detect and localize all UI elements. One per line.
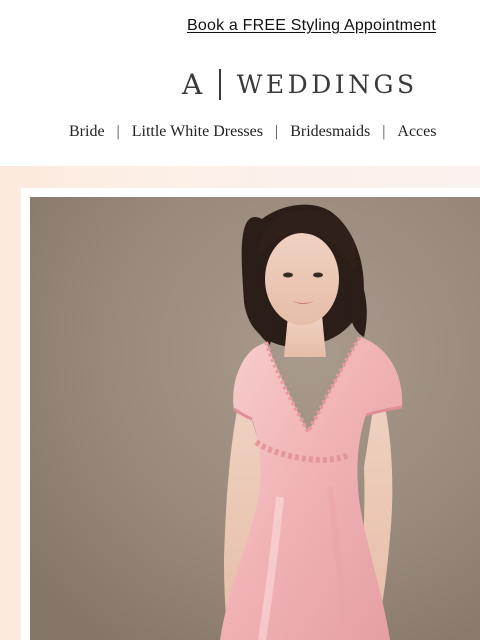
nav-separator: | [274, 123, 279, 140]
logo-wordmark: WEDDINGS [236, 69, 418, 99]
logo-divider [219, 68, 221, 100]
nav-item-bride[interactable]: Bride [69, 123, 105, 141]
nav-item-little-white-dresses[interactable]: Little White Dresses [132, 123, 263, 141]
styling-appointment-link[interactable]: Book a FREE Styling Appointment [187, 17, 436, 35]
model-in-pink-dress-illustration [30, 197, 480, 640]
nav-separator: | [116, 123, 120, 140]
main-nav: Bride | Little White Dresses | Bridesmai… [69, 120, 436, 144]
hero-image[interactable] [30, 197, 480, 640]
logo-mark: A [182, 67, 206, 101]
nav-item-accessories[interactable]: Acces [397, 123, 436, 141]
nav-item-bridesmaids[interactable]: Bridesmaids [290, 123, 370, 141]
promo-bar: Book a FREE Styling Appointment [0, 0, 480, 52]
nav-separator: | [382, 123, 386, 140]
site-logo[interactable]: A WEDDINGS [182, 66, 418, 102]
